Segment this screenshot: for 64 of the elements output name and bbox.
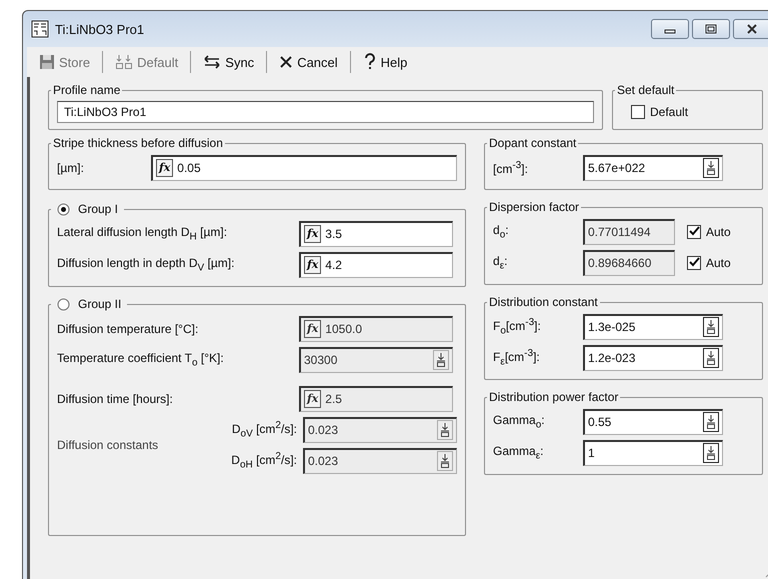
sync-button[interactable]: Sync xyxy=(197,52,260,72)
app-icon xyxy=(31,20,49,38)
group-label: Profile name xyxy=(52,83,122,97)
field-label: d$_{o}$: xyxy=(493,222,510,240)
group-label: Distribution power factor xyxy=(488,390,620,404)
cancel-button[interactable]: Cancel xyxy=(273,52,344,72)
group-radio-button[interactable]: Group I xyxy=(53,202,122,216)
number-field[interactable]: 1 xyxy=(583,440,723,466)
field-label: Diffusion length in depth D$_{V}$ [µm]: xyxy=(57,256,236,274)
default-checkbox[interactable]: Default xyxy=(631,105,754,119)
field-label: Temperature coefficient T$_{o}$ [°K]: xyxy=(57,350,225,368)
number-field[interactable]: 5.67e+022 xyxy=(583,154,723,180)
field-label: F$_{o}$[cm$^{-3}$]: xyxy=(493,316,542,336)
field-label: Diffusion time [hours]: xyxy=(57,392,174,406)
field-label: Diffusion temperature [°C]: xyxy=(57,322,200,336)
number-field[interactable]: 1.2e-023 xyxy=(583,344,723,370)
group-label: Set default xyxy=(616,83,676,97)
default-icon xyxy=(115,54,134,70)
spin-icon[interactable] xyxy=(703,158,719,178)
field-label: d$_{ε}$: xyxy=(493,254,508,272)
field-label: F$_{ε}$[cm$^{-3}$]: xyxy=(493,348,541,368)
number-field[interactable]: fx 3.5 xyxy=(299,220,453,246)
checkbox[interactable] xyxy=(687,256,701,270)
field-label: Lateral diffusion length D$_{H}$ [µm]: xyxy=(57,224,228,242)
field-label: Gamma$_{o}$: xyxy=(493,412,546,430)
cross-icon xyxy=(279,55,294,69)
group-label: Dispersion factor xyxy=(488,200,580,214)
field-label: [µm]: xyxy=(57,160,85,174)
maximize-button[interactable] xyxy=(692,19,730,39)
field-label: D$_{oH}$ [cm$^{2}$/s]: xyxy=(230,450,297,470)
swap-arrows-icon xyxy=(203,55,222,69)
group-radio-button[interactable]: Group II xyxy=(53,297,126,311)
checkbox[interactable] xyxy=(687,224,701,238)
number-field[interactable]: fx 0.05 xyxy=(151,154,457,180)
formula-button[interactable]: fx xyxy=(304,225,322,243)
field-label: Gamma$_{ε}$: xyxy=(493,444,544,462)
help-button[interactable]: Help xyxy=(356,50,414,74)
auto-checkbox[interactable]: Auto xyxy=(687,256,731,270)
profile-name-field[interactable]: Ti:LiNbO3 Pro1 xyxy=(57,101,594,123)
close-icon xyxy=(745,24,759,34)
field-label: [cm$^{-3}$]: xyxy=(493,160,529,176)
formula-button[interactable]: fx xyxy=(304,256,322,274)
spin-icon[interactable] xyxy=(703,348,719,368)
radio-icon[interactable] xyxy=(57,298,70,310)
auto-checkbox[interactable]: Auto xyxy=(687,224,731,238)
checkbox[interactable] xyxy=(631,105,645,119)
minimize-button[interactable] xyxy=(651,19,689,39)
question-mark-icon xyxy=(362,53,377,71)
number-field[interactable]: fx 4.2 xyxy=(299,252,453,278)
group-label: Dopant constant xyxy=(488,136,578,150)
number-field[interactable]: 0.55 xyxy=(583,408,723,434)
spin-icon[interactable] xyxy=(703,412,719,432)
field-label: D$_{oV}$ [cm$^{2}$/s]: xyxy=(230,420,297,440)
radio-icon[interactable] xyxy=(57,202,70,216)
maximize-icon xyxy=(704,24,718,34)
formula-button[interactable]: fx xyxy=(156,159,174,177)
number-field[interactable]: 1.3e-025 xyxy=(583,314,723,340)
spin-icon[interactable] xyxy=(703,317,719,337)
group-label: Distribution constant xyxy=(488,295,599,309)
field-label: Diffusion constants xyxy=(57,438,160,452)
group-label: Stripe thickness before diffusion xyxy=(52,136,224,150)
window-title: Ti:LiNbO3 Pro1 xyxy=(55,22,144,36)
close-button[interactable] xyxy=(733,19,768,39)
spin-icon[interactable] xyxy=(703,443,719,463)
